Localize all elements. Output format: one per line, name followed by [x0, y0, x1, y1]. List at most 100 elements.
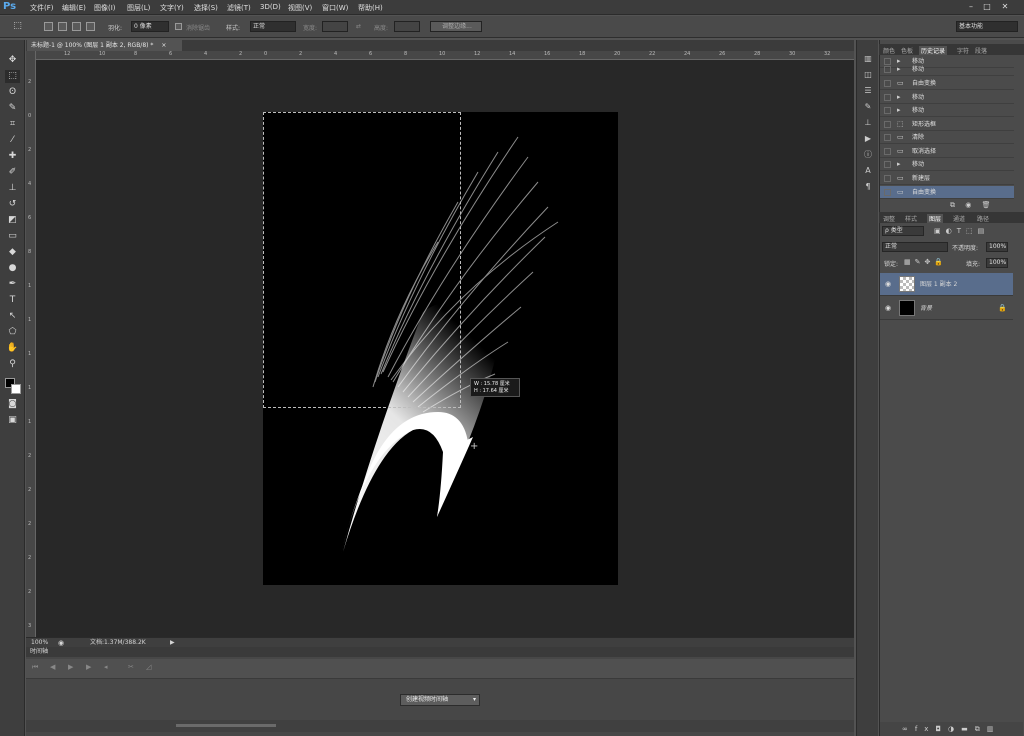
- close-tab-icon[interactable]: ×: [161, 42, 166, 49]
- brush-tool-icon[interactable]: ✐: [5, 166, 20, 179]
- layers-panel-footer[interactable]: ∞fx◘◑▬⧉▥: [880, 722, 1023, 736]
- blur-tool-icon[interactable]: ◆: [5, 246, 20, 259]
- tab-color[interactable]: 颜色: [883, 46, 895, 55]
- menu-type[interactable]: 文字(Y): [160, 3, 184, 13]
- pen-tool-icon[interactable]: ✒: [5, 278, 20, 291]
- paragraph-panel-icon[interactable]: ¶: [862, 182, 874, 192]
- group-icon[interactable]: ▬: [961, 725, 975, 733]
- menu-layer[interactable]: 图层(L): [127, 3, 150, 13]
- healing-tool-icon[interactable]: ✚: [5, 150, 20, 163]
- split-icon[interactable]: ✂: [128, 663, 134, 671]
- horizontal-ruler[interactable]: 12 10 8 6 4 2 0 2 4 6 8 10 12 14 16 18 2…: [36, 51, 854, 60]
- actions-panel-icon[interactable]: ▶: [862, 134, 874, 144]
- history-item[interactable]: ▸ 移动: [880, 104, 1014, 117]
- history-item[interactable]: ▸ 移动: [880, 91, 1014, 104]
- transition-icon[interactable]: ◿: [146, 663, 151, 671]
- create-video-timeline-button[interactable]: 创建视频时间轴 ▾: [400, 694, 480, 706]
- tab-layers[interactable]: 图层: [927, 214, 944, 223]
- tab-styles[interactable]: 样式: [905, 214, 917, 223]
- new-layer-icon[interactable]: ⧉: [975, 725, 987, 733]
- menu-3d[interactable]: 3D(D): [260, 3, 281, 11]
- audio-icon[interactable]: ◂: [104, 663, 108, 671]
- history-checkbox[interactable]: [884, 148, 891, 155]
- menu-select[interactable]: 选择(S): [194, 3, 218, 13]
- adjustment-layer-icon[interactable]: ◑: [948, 725, 961, 733]
- menu-edit[interactable]: 编辑(E): [62, 3, 86, 13]
- first-frame-icon[interactable]: ⏮: [32, 663, 38, 672]
- history-checkbox[interactable]: [884, 134, 891, 141]
- character-panel-icon[interactable]: A: [862, 166, 874, 176]
- tab-character[interactable]: 字符: [957, 46, 969, 55]
- history-checkbox[interactable]: [884, 66, 891, 73]
- workspace-select[interactable]: 基本功能: [956, 21, 1018, 32]
- type-tool-icon[interactable]: T: [5, 294, 20, 307]
- menu-filter[interactable]: 滤镜(T): [227, 3, 251, 13]
- height-input[interactable]: [394, 21, 420, 32]
- zoom-tool-icon[interactable]: ⚲: [5, 358, 20, 371]
- history-checkbox[interactable]: [884, 189, 891, 196]
- vertical-ruler[interactable]: 2 0 2 4 6 8 1 1 1 1 1 2 2 2 2 2 3: [26, 51, 36, 637]
- clone-panel-icon[interactable]: ⊥: [862, 118, 874, 128]
- history-brush-tool-icon[interactable]: ↺: [5, 198, 20, 211]
- history-checkbox[interactable]: [884, 94, 891, 101]
- history-item[interactable]: ▸ 移动: [880, 158, 1014, 171]
- crop-tool-icon[interactable]: ⌗: [5, 118, 20, 131]
- menu-help[interactable]: 帮助(H): [358, 3, 383, 13]
- history-item[interactable]: ▭ 自由变换: [880, 77, 1014, 90]
- antialias-checkbox[interactable]: [175, 23, 182, 30]
- fx-icon[interactable]: fx: [915, 725, 936, 733]
- history-checkbox[interactable]: [884, 80, 891, 87]
- shape-tool-icon[interactable]: ⬠: [5, 326, 20, 339]
- opacity-input[interactable]: 100%: [986, 242, 1008, 252]
- history-item[interactable]: ▭ 取消选择: [880, 145, 1014, 158]
- history-item[interactable]: ▭ 清除: [880, 131, 1014, 144]
- menu-file[interactable]: 文件(F): [30, 3, 54, 13]
- next-frame-icon[interactable]: ▶: [86, 663, 91, 671]
- info-panel-icon[interactable]: ⓘ: [862, 150, 874, 160]
- subtract-selection-icon[interactable]: [72, 22, 81, 31]
- stamp-tool-icon[interactable]: ⊥: [5, 182, 20, 195]
- style-select[interactable]: 正常: [250, 21, 296, 32]
- properties-panel-icon[interactable]: ☰: [862, 86, 874, 96]
- delete-layer-icon[interactable]: ▥: [987, 725, 1001, 733]
- gradient-tool-icon[interactable]: ▭: [5, 230, 20, 243]
- screen-mode-icon[interactable]: ▣: [5, 414, 20, 427]
- feather-input[interactable]: 0 像素: [131, 21, 169, 32]
- timeline-zoom-slider[interactable]: [176, 724, 276, 727]
- visibility-eye-icon[interactable]: ◉: [885, 273, 891, 296]
- menu-window[interactable]: 窗口(W): [322, 3, 348, 13]
- layer-row-selected[interactable]: ◉ 图层 1 副本 2: [880, 273, 1013, 296]
- tab-channels[interactable]: 通道: [953, 214, 965, 223]
- snapshot-icon[interactable]: ◉: [965, 201, 971, 209]
- move-tool-icon[interactable]: ✥: [5, 54, 20, 67]
- layer-filter-select[interactable]: ρ 类型: [882, 226, 924, 236]
- tab-history[interactable]: 历史记录: [919, 46, 948, 55]
- dropdown-arrow-icon[interactable]: ▾: [473, 695, 476, 705]
- brush-panel-icon[interactable]: ✎: [862, 102, 874, 112]
- fill-input[interactable]: 100%: [986, 258, 1008, 268]
- hand-tool-icon[interactable]: ✋: [5, 342, 20, 355]
- lasso-tool-icon[interactable]: ʘ: [5, 86, 20, 99]
- prev-frame-icon[interactable]: ◀: [50, 663, 55, 671]
- tab-adjustments[interactable]: 调整: [883, 214, 895, 223]
- restore-button[interactable]: □: [980, 1, 994, 12]
- new-document-from-state-icon[interactable]: ⧉: [950, 201, 955, 209]
- refine-edge-button[interactable]: 调整边缘...: [430, 21, 482, 32]
- marquee-preset-icon[interactable]: ⬚: [10, 20, 25, 33]
- tab-paths[interactable]: 路径: [977, 214, 989, 223]
- tab-swatches[interactable]: 色板: [901, 46, 913, 55]
- history-item[interactable]: ▭ 新建层: [880, 172, 1014, 185]
- document-tab[interactable]: 未标题-1 @ 100% (图层 1 副本 2, RGB/8) * ×: [27, 40, 182, 51]
- history-item-selected[interactable]: ▭ 自由变换: [880, 186, 1014, 199]
- intersect-selection-icon[interactable]: [86, 22, 95, 31]
- history-checkbox[interactable]: [884, 161, 891, 168]
- menu-image[interactable]: 图像(I): [94, 3, 116, 13]
- quick-mask-icon[interactable]: ◙: [5, 398, 20, 411]
- history-panel-icon[interactable]: ▥: [862, 54, 874, 64]
- menu-view[interactable]: 视图(V): [288, 3, 312, 13]
- play-icon[interactable]: ▶: [68, 663, 73, 671]
- lock-icons[interactable]: ▦✎✥🔒: [904, 258, 947, 266]
- swap-icon[interactable]: ⇄: [356, 23, 361, 30]
- layer-filter-icons[interactable]: ▣◐T⬚▤: [934, 227, 989, 235]
- history-checkbox[interactable]: [884, 121, 891, 128]
